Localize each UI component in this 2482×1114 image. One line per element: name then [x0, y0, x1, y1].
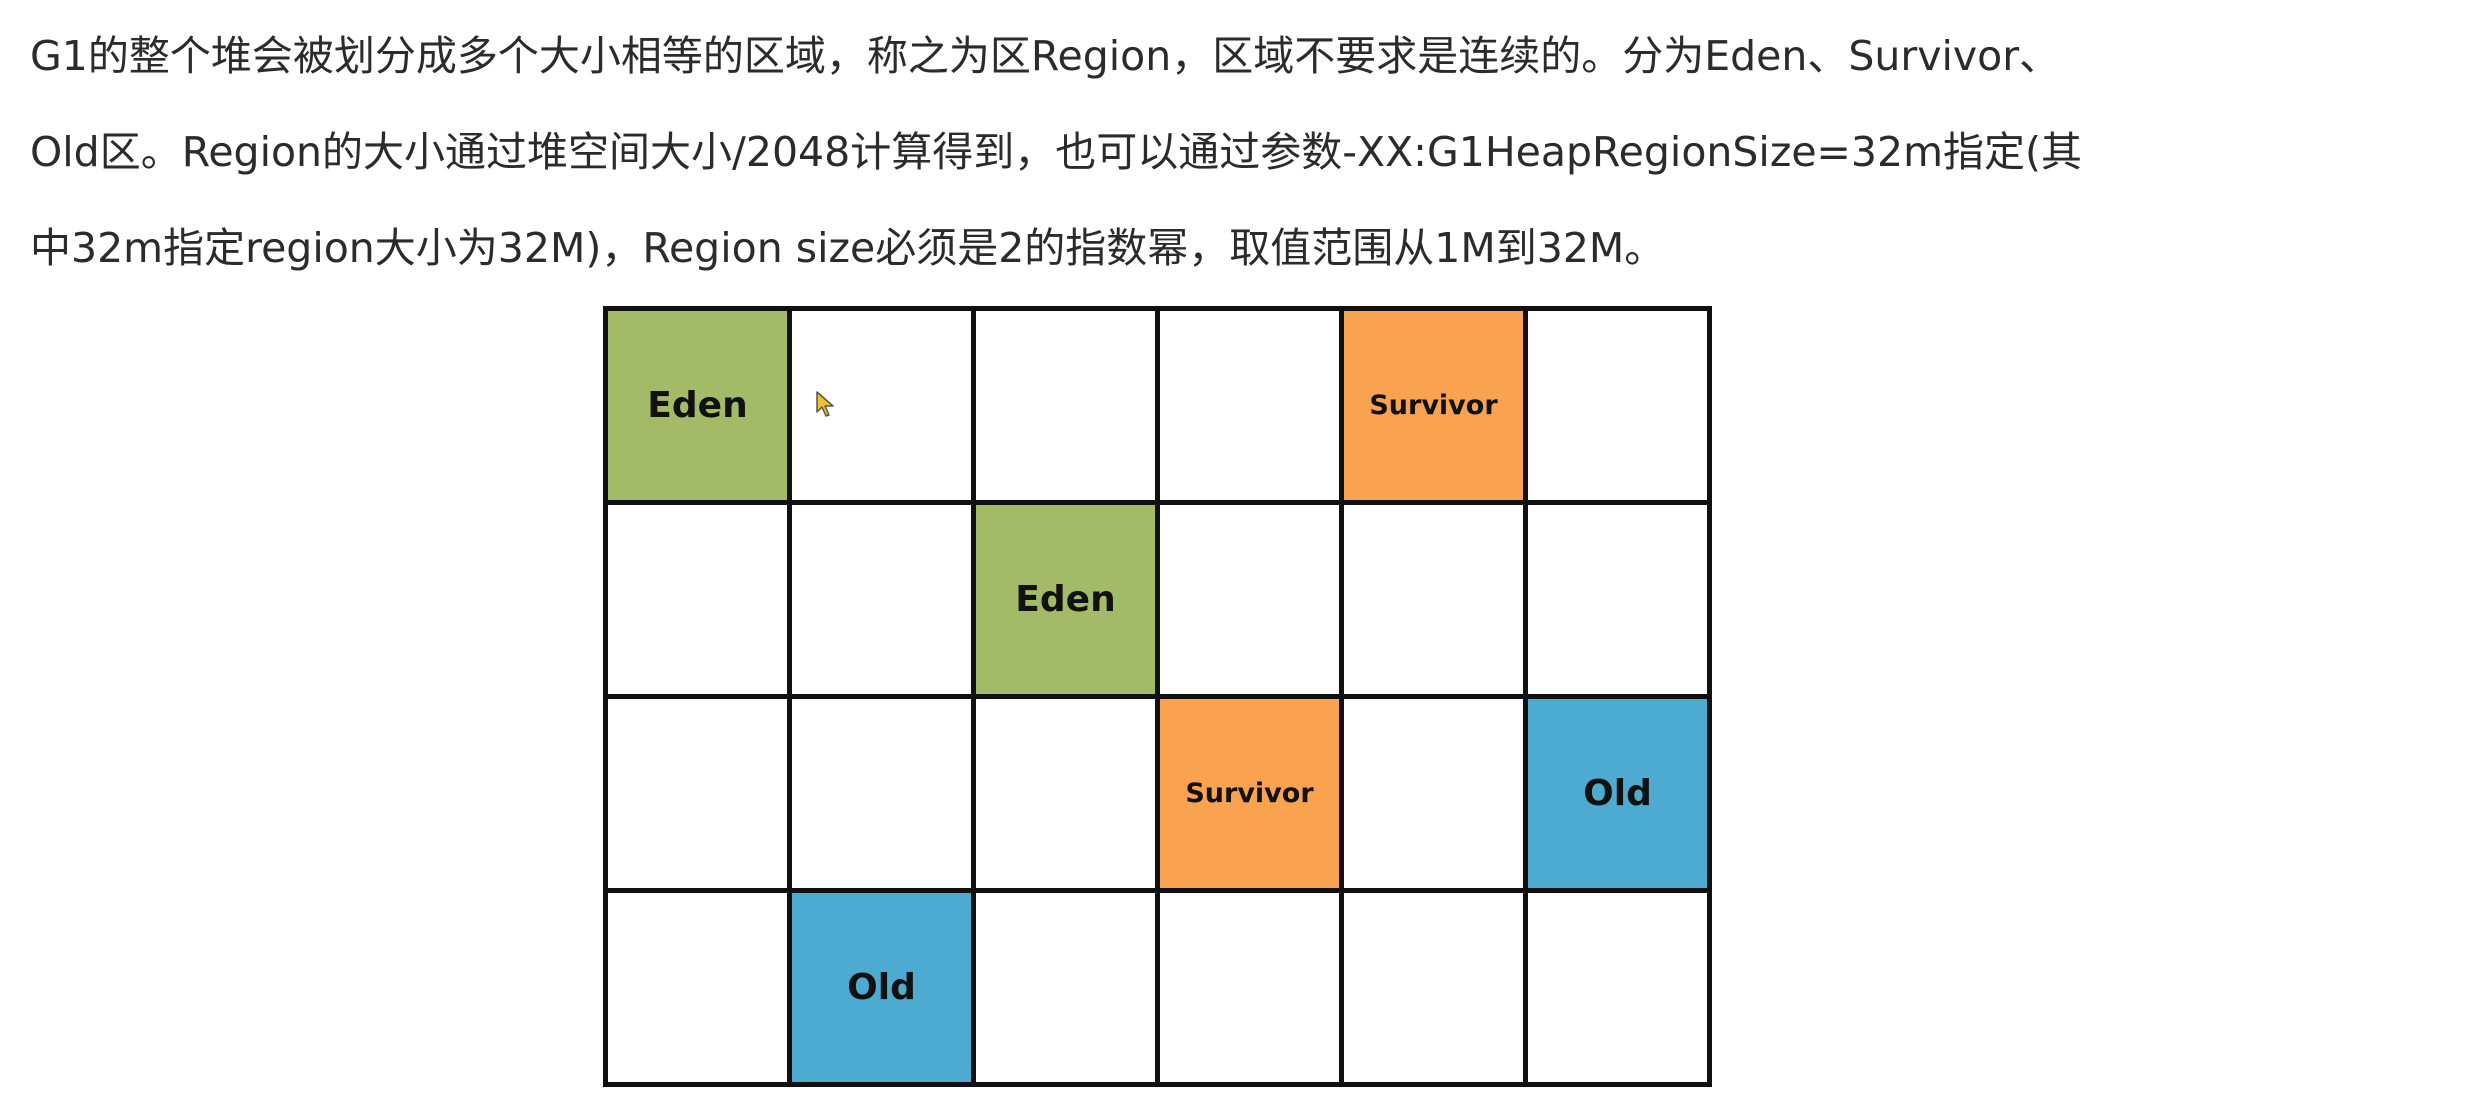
- region-empty: [976, 893, 1160, 1087]
- region-survivor: Survivor: [1160, 699, 1344, 893]
- description-line-2: Old区。Region的大小通过堆空间大小/2048计算得到，也可以通过参数-X…: [30, 128, 2083, 176]
- heap-region-grid: Eden Survivor Eden Survivor Old Old: [603, 306, 1712, 1087]
- region-label: Old: [1583, 773, 1652, 814]
- description-line-1: G1的整个堆会被划分成多个大小相等的区域，称之为区Region，区域不要求是连续…: [30, 32, 2061, 80]
- region-label: Survivor: [1185, 778, 1314, 809]
- region-empty: [608, 699, 792, 893]
- region-empty: [1528, 311, 1712, 505]
- region-empty: [1344, 505, 1528, 699]
- region-eden: Eden: [608, 311, 792, 505]
- region-old: Old: [1528, 699, 1712, 893]
- region-label: Eden: [1015, 579, 1116, 620]
- region-empty: [1528, 505, 1712, 699]
- mouse-pointer-icon: [816, 391, 834, 417]
- region-empty: [1160, 505, 1344, 699]
- region-empty: [1344, 699, 1528, 893]
- region-label: Old: [847, 967, 916, 1008]
- description-line-3: 中32m指定region大小为32M)，Region size必须是2的指数幂，…: [30, 224, 1666, 272]
- region-empty: [1160, 311, 1344, 505]
- region-empty: [608, 505, 792, 699]
- region-empty: [976, 311, 1160, 505]
- region-empty: [608, 893, 792, 1087]
- region-empty: [1344, 893, 1528, 1087]
- region-survivor: Survivor: [1344, 311, 1528, 505]
- region-empty: [792, 699, 976, 893]
- region-label: Eden: [647, 385, 748, 426]
- region-empty: [1160, 893, 1344, 1087]
- region-empty: [976, 699, 1160, 893]
- region-empty: [1528, 893, 1712, 1087]
- region-old: Old: [792, 893, 976, 1087]
- region-label: Survivor: [1369, 390, 1498, 421]
- description-text: G1的整个堆会被划分成多个大小相等的区域，称之为区Region，区域不要求是连续…: [30, 8, 2450, 296]
- region-eden: Eden: [976, 505, 1160, 699]
- region-empty: [792, 505, 976, 699]
